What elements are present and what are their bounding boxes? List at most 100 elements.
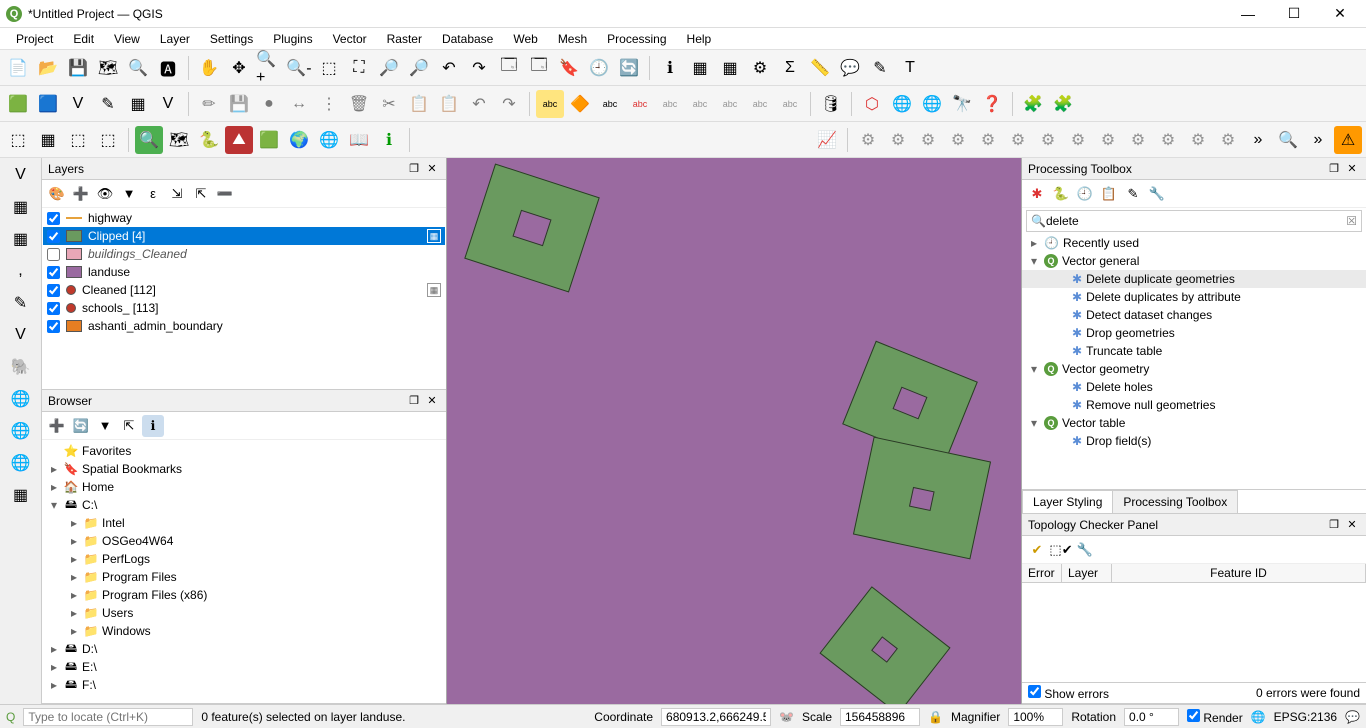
expand-icon[interactable]: ▸ bbox=[48, 480, 60, 494]
search-clear-icon[interactable]: ☒ bbox=[1346, 214, 1357, 228]
layer-row[interactable]: Cleaned [112]▦ bbox=[43, 281, 445, 299]
menu-settings[interactable]: Settings bbox=[200, 30, 263, 48]
digitize-7-icon[interactable]: ⚙ bbox=[1034, 126, 1062, 154]
menu-help[interactable]: Help bbox=[677, 30, 722, 48]
new-bookmark-icon[interactable]: 🔖 bbox=[555, 54, 583, 82]
move-feature-icon[interactable]: ↔ bbox=[285, 90, 313, 118]
cut-icon[interactable]: ✂ bbox=[375, 90, 403, 118]
digitize-3-icon[interactable]: ⚙ bbox=[914, 126, 942, 154]
grass-icon[interactable]: ⛰ bbox=[225, 126, 253, 154]
menu-web[interactable]: Web bbox=[503, 30, 547, 48]
diagram-icon[interactable]: 🔶 bbox=[566, 90, 594, 118]
tab-layer-styling[interactable]: Layer Styling bbox=[1022, 490, 1113, 513]
plugin-1-icon[interactable]: 🧩 bbox=[1019, 90, 1047, 118]
magnifier-input[interactable] bbox=[1013, 710, 1058, 724]
osm-inject-icon[interactable]: 🌐 bbox=[888, 90, 916, 118]
add-vector-layer-icon[interactable]: V bbox=[6, 160, 36, 190]
browser-node[interactable]: ▸📁PerfLogs bbox=[44, 550, 444, 568]
expand-icon[interactable]: ▸ bbox=[68, 624, 80, 638]
plugin-5-icon[interactable]: 🌐 bbox=[315, 126, 343, 154]
browser-tree[interactable]: ⭐Favorites▸🔖Spatial Bookmarks▸🏠Home▾🖴C:\… bbox=[42, 440, 446, 703]
menu-mesh[interactable]: Mesh bbox=[548, 30, 597, 48]
browser-node[interactable]: ▸🖴D:\ bbox=[44, 640, 444, 658]
layer-visibility-checkbox[interactable] bbox=[47, 230, 60, 243]
refresh-icon[interactable]: 🔄 bbox=[615, 54, 643, 82]
expand-icon[interactable]: ▸ bbox=[68, 552, 80, 566]
add-wms-icon[interactable]: 🌐 bbox=[6, 384, 36, 414]
add-virtual-layer-icon[interactable]: V bbox=[6, 320, 36, 350]
add-raster-layer-icon[interactable]: ▦ bbox=[6, 192, 36, 222]
deselect-icon[interactable]: ⬚ bbox=[64, 126, 92, 154]
layers-undock-icon[interactable]: ❐ bbox=[406, 161, 422, 177]
col-error[interactable]: Error bbox=[1022, 564, 1062, 582]
crs-label[interactable]: EPSG:2136 bbox=[1274, 710, 1337, 724]
layer-row[interactable]: schools_ [113] bbox=[43, 299, 445, 317]
new-scratch-icon[interactable]: ▦ bbox=[124, 90, 152, 118]
digitize-9-icon[interactable]: ⚙ bbox=[1094, 126, 1122, 154]
delete-selected-icon[interactable]: 🗑 bbox=[345, 90, 373, 118]
render-check[interactable]: Render bbox=[1187, 709, 1243, 725]
map-canvas[interactable] bbox=[447, 158, 1021, 704]
processing-node[interactable]: ✱Detect dataset changes bbox=[1022, 306, 1366, 324]
expand-icon[interactable]: ▸ bbox=[48, 642, 60, 656]
menu-vector[interactable]: Vector bbox=[323, 30, 377, 48]
processing-node[interactable]: ▾QVector table bbox=[1022, 414, 1366, 432]
browser-node[interactable]: ▸🖴E:\ bbox=[44, 658, 444, 676]
expand-icon[interactable]: ▾ bbox=[48, 498, 60, 512]
node-tool-icon[interactable]: ⋮ bbox=[315, 90, 343, 118]
processing-node[interactable]: ▸🕘Recently used bbox=[1022, 234, 1366, 252]
processing-node[interactable]: ✱Delete duplicate geometries bbox=[1022, 270, 1366, 288]
attribute-table-icon[interactable]: ▦ bbox=[686, 54, 714, 82]
crs-icon[interactable]: 🌐 bbox=[1251, 710, 1266, 724]
zoom-in-icon[interactable]: 🔍+ bbox=[255, 54, 283, 82]
browser-node[interactable]: ▸🏠Home bbox=[44, 478, 444, 496]
layers-close-icon[interactable]: ✕ bbox=[424, 161, 440, 177]
topology-close-icon[interactable]: ✕ bbox=[1344, 517, 1360, 533]
coord-input[interactable] bbox=[666, 710, 766, 724]
zoom-last-icon[interactable]: ↶ bbox=[435, 54, 463, 82]
expand-icon[interactable]: ▸ bbox=[68, 606, 80, 620]
select-all-icon[interactable]: ⬚ bbox=[94, 126, 122, 154]
layer-visibility-icon[interactable]: 👁 bbox=[94, 183, 116, 205]
layer-filter-icon[interactable]: ▼ bbox=[118, 183, 140, 205]
new-map-view-icon[interactable]: 🗔 bbox=[495, 54, 523, 82]
add-xyz-icon[interactable]: ▦ bbox=[6, 480, 36, 510]
expand-icon[interactable]: ▸ bbox=[1028, 236, 1040, 250]
pan-to-selection-icon[interactable]: ✥ bbox=[225, 54, 253, 82]
browser-undock-icon[interactable]: ❐ bbox=[406, 393, 422, 409]
digitize-8-icon[interactable]: ⚙ bbox=[1064, 126, 1092, 154]
plugin-4-icon[interactable]: 🌍 bbox=[285, 126, 313, 154]
copy-icon[interactable]: 📋 bbox=[405, 90, 433, 118]
browser-node[interactable]: ▸📁Users bbox=[44, 604, 444, 622]
processing-tree[interactable]: ▸🕘Recently used▾QVector general✱Delete d… bbox=[1022, 234, 1366, 489]
measure-icon[interactable]: 📏 bbox=[806, 54, 834, 82]
browser-node[interactable]: ⭐Favorites bbox=[44, 442, 444, 460]
browser-node[interactable]: ▸📁Intel bbox=[44, 514, 444, 532]
change-label-icon[interactable]: abc bbox=[776, 90, 804, 118]
add-vector-icon[interactable]: 🟩 bbox=[4, 90, 32, 118]
proc-history-icon[interactable]: 🕘 bbox=[1074, 183, 1096, 205]
nominatim-icon[interactable]: 🔍 bbox=[1274, 126, 1302, 154]
digitize-10-icon[interactable]: ⚙ bbox=[1124, 126, 1152, 154]
layer-expand-icon[interactable]: ⇲ bbox=[166, 183, 188, 205]
layer-style-icon[interactable]: 🎨 bbox=[46, 183, 68, 205]
processing-search[interactable]: 🔍 ☒ bbox=[1026, 210, 1362, 232]
zoom-full-icon[interactable]: ⛶ bbox=[345, 54, 373, 82]
expand-icon[interactable]: ▸ bbox=[68, 570, 80, 584]
digitize-5-icon[interactable]: ⚙ bbox=[974, 126, 1002, 154]
plugin-6-icon[interactable]: 📖 bbox=[345, 126, 373, 154]
proc-results-icon[interactable]: 📋 bbox=[1098, 183, 1120, 205]
add-wfs-icon[interactable]: 🌐 bbox=[6, 448, 36, 478]
lock-scale-icon[interactable]: 🔒 bbox=[928, 710, 943, 724]
save-edits-icon[interactable]: 💾 bbox=[225, 90, 253, 118]
python-icon[interactable]: 🐍 bbox=[195, 126, 223, 154]
identify-icon[interactable]: ℹ bbox=[656, 54, 684, 82]
more-2-icon[interactable]: » bbox=[1304, 126, 1332, 154]
processing-node[interactable]: ✱Truncate table bbox=[1022, 342, 1366, 360]
menu-edit[interactable]: Edit bbox=[63, 30, 104, 48]
menu-raster[interactable]: Raster bbox=[377, 30, 432, 48]
toggle-edit-icon[interactable]: ✏ bbox=[195, 90, 223, 118]
digitize-4-icon[interactable]: ⚙ bbox=[944, 126, 972, 154]
locator-input[interactable] bbox=[28, 710, 188, 724]
more-icon[interactable]: » bbox=[1244, 126, 1272, 154]
